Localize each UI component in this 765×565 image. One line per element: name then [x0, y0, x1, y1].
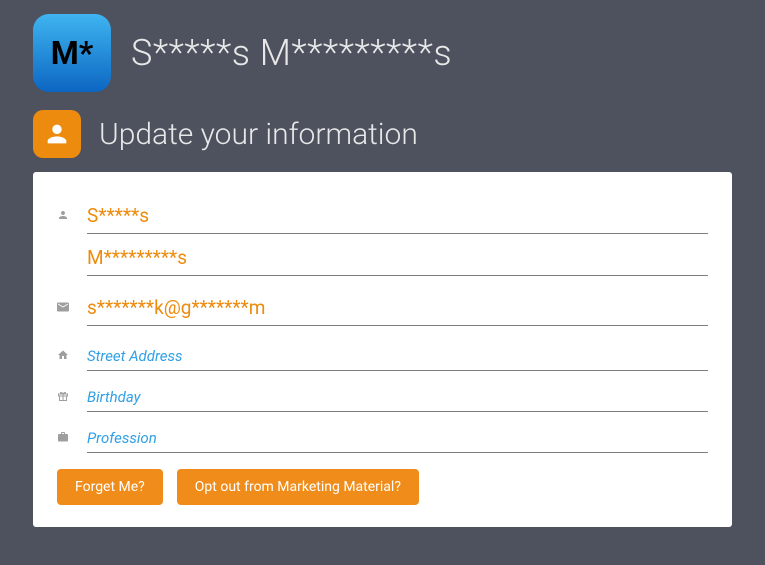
- birthday-input[interactable]: [87, 379, 708, 412]
- last-name-row: [57, 238, 708, 276]
- envelope-icon: [57, 299, 69, 315]
- home-icon: [57, 347, 69, 363]
- app-logo: M*: [33, 14, 111, 92]
- subtitle-icon-box: [33, 110, 81, 158]
- app-name: S*****s M*********s: [131, 32, 452, 74]
- last-name-input[interactable]: [87, 238, 708, 276]
- forget-me-button[interactable]: Forget Me?: [57, 469, 163, 505]
- opt-out-button[interactable]: Opt out from Marketing Material?: [177, 469, 419, 505]
- gift-icon: [57, 388, 69, 404]
- subtitle-row: Update your information: [0, 92, 765, 168]
- briefcase-icon: [57, 429, 69, 445]
- email-row: [57, 288, 708, 326]
- street-row: [57, 338, 708, 371]
- app-logo-text: M*: [51, 34, 94, 72]
- birthday-row: [57, 379, 708, 412]
- email-input[interactable]: [87, 288, 708, 326]
- button-row: Forget Me? Opt out from Marketing Materi…: [57, 469, 708, 505]
- profession-row: [57, 420, 708, 453]
- form-card: Forget Me? Opt out from Marketing Materi…: [33, 172, 732, 527]
- person-icon: [43, 120, 71, 148]
- street-input[interactable]: [87, 338, 708, 371]
- first-name-input[interactable]: [87, 196, 708, 234]
- page-subtitle: Update your information: [99, 117, 418, 152]
- header: M* S*****s M*********s: [0, 0, 765, 92]
- person-icon: [57, 207, 69, 223]
- first-name-row: [57, 196, 708, 234]
- profession-input[interactable]: [87, 420, 708, 453]
